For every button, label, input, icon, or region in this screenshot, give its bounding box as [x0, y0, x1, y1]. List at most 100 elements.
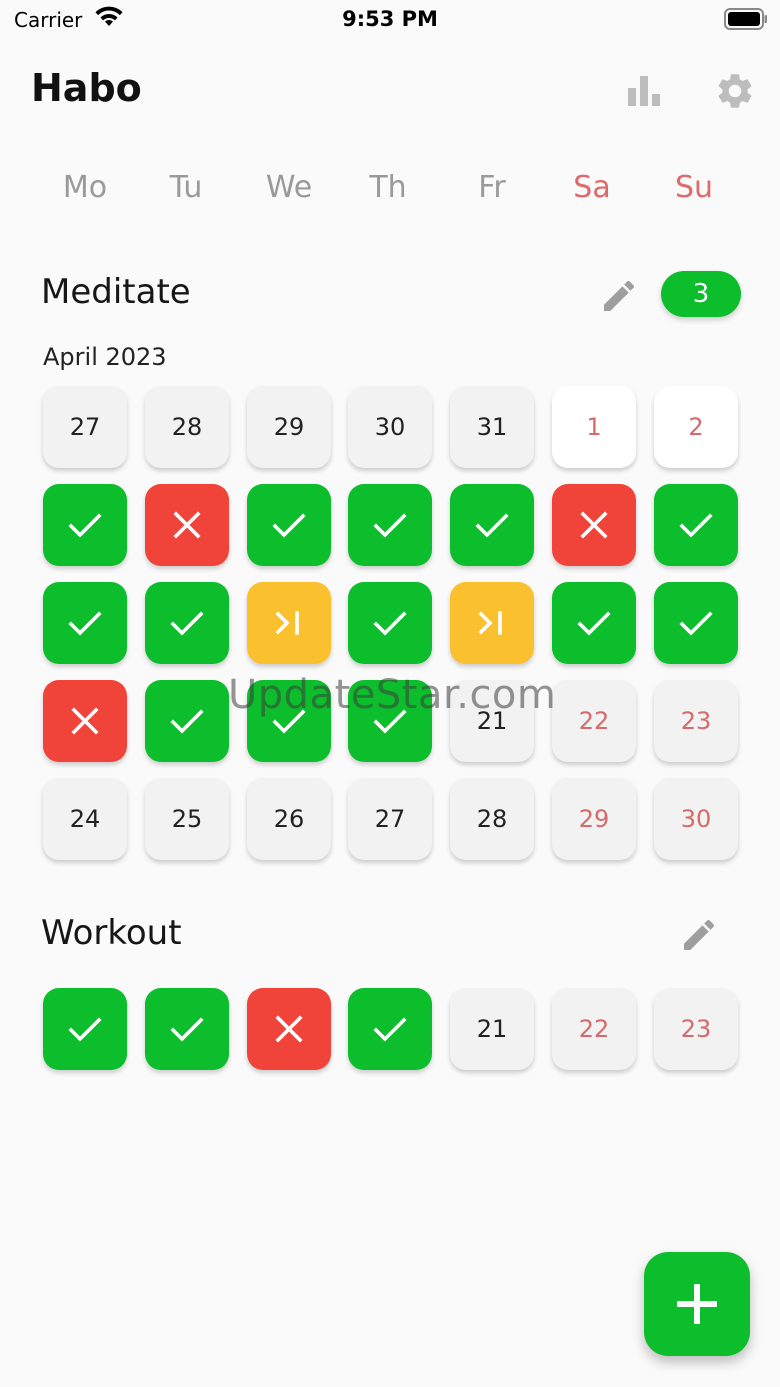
day-cell[interactable]: 27	[43, 386, 127, 468]
weekday-we: We	[265, 170, 313, 205]
add-habit-button[interactable]	[644, 1252, 750, 1356]
bar-chart-icon[interactable]	[626, 74, 662, 108]
day-cell[interactable]: 27	[348, 778, 432, 860]
weekday-fr: Fr	[478, 170, 506, 205]
day-cell[interactable]	[654, 484, 738, 566]
day-cell[interactable]: 25	[145, 778, 229, 860]
weekday-su: Su	[674, 170, 714, 205]
day-number: 28	[476, 805, 508, 833]
day-cell[interactable]	[247, 988, 331, 1070]
day-cell[interactable]	[450, 582, 534, 664]
habit-title-meditate[interactable]: Meditate	[41, 272, 191, 312]
day-cell[interactable]: 2	[654, 386, 738, 468]
check-icon	[272, 709, 306, 734]
check-icon	[170, 709, 204, 734]
day-cell[interactable]	[43, 484, 127, 566]
check-icon	[170, 611, 204, 636]
check-icon	[373, 513, 407, 538]
day-cell[interactable]: 29	[552, 778, 636, 860]
clock: 9:53 PM	[342, 7, 438, 31]
check-icon	[272, 513, 306, 538]
day-cell[interactable]: 31	[450, 386, 534, 468]
check-icon	[679, 513, 713, 538]
day-cell[interactable]: 21	[450, 680, 534, 762]
day-number: 24	[69, 805, 101, 833]
day-cell[interactable]: 22	[552, 988, 636, 1070]
weekday-mo: Mo	[62, 170, 108, 205]
day-cell[interactable]	[552, 582, 636, 664]
day-cell[interactable]	[247, 680, 331, 762]
day-cell[interactable]	[348, 988, 432, 1070]
month-label: April 2023	[43, 343, 167, 371]
day-number: 21	[476, 1015, 508, 1043]
day-number: 30	[680, 805, 712, 833]
check-icon	[68, 1017, 102, 1042]
pencil-icon[interactable]	[679, 915, 719, 955]
cross-icon	[580, 511, 608, 539]
weekday-th: Th	[369, 170, 407, 205]
day-number: 23	[680, 707, 712, 735]
day-number: 27	[69, 413, 101, 441]
day-cell[interactable]	[348, 680, 432, 762]
day-number: 2	[688, 413, 704, 441]
day-cell[interactable]: 21	[450, 988, 534, 1070]
day-number: 28	[171, 413, 203, 441]
day-number: 22	[578, 707, 610, 735]
check-icon	[68, 513, 102, 538]
day-number: 30	[374, 413, 406, 441]
day-number: 27	[374, 805, 406, 833]
day-cell[interactable]: 23	[654, 680, 738, 762]
day-cell[interactable]: 24	[43, 778, 127, 860]
day-cell[interactable]: 23	[654, 988, 738, 1070]
day-number: 1	[586, 413, 602, 441]
check-icon	[170, 1017, 204, 1042]
check-icon	[373, 1017, 407, 1042]
day-cell[interactable]: 1	[552, 386, 636, 468]
day-number: 25	[171, 805, 203, 833]
check-icon	[373, 611, 407, 636]
day-cell[interactable]	[247, 582, 331, 664]
day-cell[interactable]	[247, 484, 331, 566]
pencil-icon[interactable]	[599, 276, 639, 316]
day-number: 29	[578, 805, 610, 833]
day-cell[interactable]	[145, 680, 229, 762]
day-cell[interactable]: 30	[654, 778, 738, 860]
day-number: 22	[578, 1015, 610, 1043]
day-number: 29	[273, 413, 305, 441]
day-cell[interactable]	[552, 484, 636, 566]
check-icon	[577, 611, 611, 636]
day-number: 21	[476, 707, 508, 735]
day-cell[interactable]	[43, 988, 127, 1070]
check-icon	[679, 611, 713, 636]
day-cell[interactable]	[450, 484, 534, 566]
check-icon	[373, 709, 407, 734]
weekday-tu: Tu	[169, 170, 203, 205]
check-icon	[475, 513, 509, 538]
day-cell[interactable]: 29	[247, 386, 331, 468]
day-cell[interactable]: 28	[450, 778, 534, 860]
plus-icon	[677, 1284, 717, 1324]
day-cell[interactable]: 22	[552, 680, 636, 762]
day-cell[interactable]: 30	[348, 386, 432, 468]
day-cell[interactable]	[348, 484, 432, 566]
day-cell[interactable]	[43, 582, 127, 664]
weekday-sa: Sa	[573, 170, 611, 205]
cross-icon	[173, 511, 201, 539]
day-cell[interactable]	[654, 582, 738, 664]
gear-icon[interactable]	[714, 70, 756, 112]
skip-icon	[275, 611, 299, 635]
day-cell[interactable]	[348, 582, 432, 664]
day-cell[interactable]: 26	[247, 778, 331, 860]
day-cell[interactable]	[145, 988, 229, 1070]
day-cell[interactable]: 28	[145, 386, 229, 468]
cross-icon	[71, 707, 99, 735]
day-cell[interactable]	[43, 680, 127, 762]
day-cell[interactable]	[145, 582, 229, 664]
habit-title-workout[interactable]: Workout	[41, 913, 182, 953]
check-icon	[68, 611, 102, 636]
cross-icon	[275, 1015, 303, 1043]
day-number: 26	[273, 805, 305, 833]
battery-icon	[724, 8, 767, 30]
day-cell[interactable]	[145, 484, 229, 566]
day-number: 31	[476, 413, 508, 441]
